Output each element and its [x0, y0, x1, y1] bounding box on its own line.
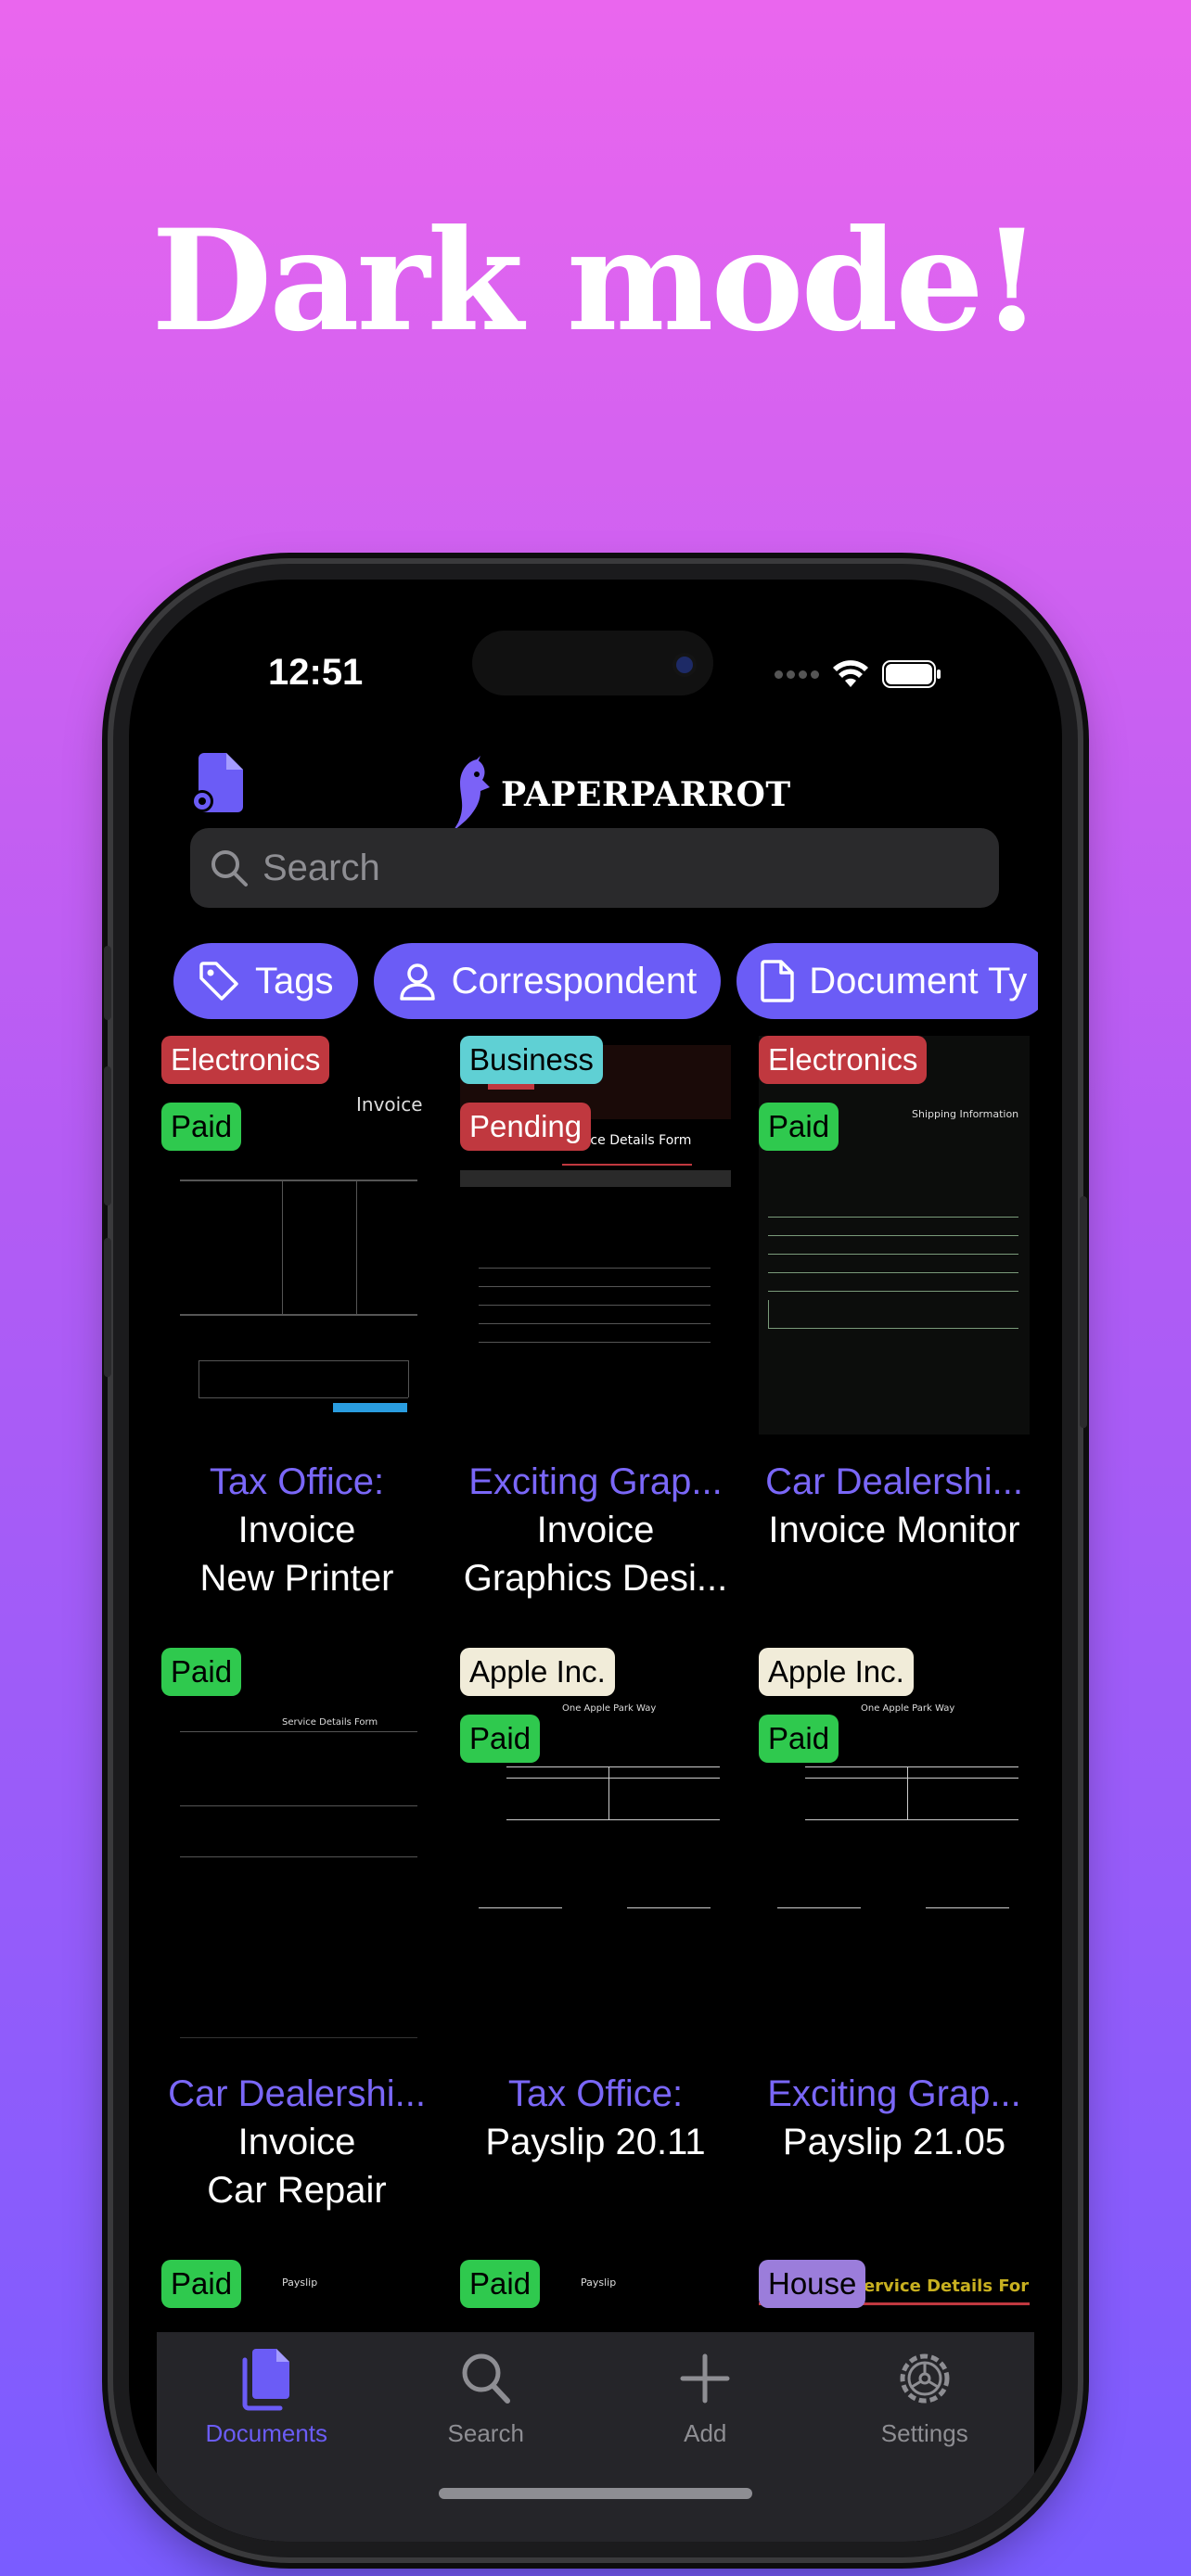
- document-icon: [761, 960, 795, 1002]
- document-correspondent: Car Dealershi...: [168, 2073, 426, 2114]
- thumbnail-title: Payslip: [581, 2276, 617, 2289]
- filter-chip-label: Tags: [255, 960, 334, 1001]
- power-button: [1080, 1196, 1087, 1428]
- tag-badge: Electronics: [161, 1036, 330, 1084]
- thumbnail-title: Shipping Information: [912, 1108, 1019, 1120]
- filter-chip-label: Correspondent: [451, 960, 698, 1001]
- status-badge: Paid: [161, 1103, 242, 1151]
- document-correspondent: Exciting Grap...: [767, 2073, 1021, 2114]
- wifi-icon: [833, 660, 868, 687]
- tab-label: Add: [684, 2419, 727, 2447]
- document-title: Graphics Desi...: [463, 1558, 728, 1599]
- screen: 12:51 PAPERPARROT Search Tags Correspond…: [129, 580, 1062, 2542]
- document-type: Invoice: [237, 1510, 356, 1550]
- document-type: Payslip 21.05: [782, 2122, 1006, 2162]
- search-placeholder: Search: [263, 847, 380, 888]
- document-thumbnail: Invoice: [161, 1036, 432, 1435]
- plus-icon: [680, 2353, 730, 2404]
- status-badge: Paid: [759, 1103, 839, 1151]
- document-correspondent: Tax Office:: [209, 1461, 385, 1502]
- search-icon: [462, 2353, 510, 2404]
- gear-icon: [900, 2353, 950, 2404]
- document-thumbnail: Service Details Form: [460, 1036, 731, 1435]
- person-icon: [399, 963, 435, 1001]
- thumbnail-title: Service Details Form: [852, 2276, 1030, 2296]
- document-correspondent: Tax Office:: [507, 2073, 684, 2114]
- document-settings-icon[interactable]: [189, 751, 245, 816]
- document-title: Car Repair: [207, 2170, 387, 2211]
- tag-icon: [199, 962, 238, 1001]
- action-button: [104, 946, 111, 1020]
- home-indicator[interactable]: [439, 2488, 752, 2499]
- status-bar: 12:51: [129, 652, 1062, 708]
- app-logo: PAPERPARROT: [449, 756, 791, 834]
- tab-search[interactable]: Search: [393, 2332, 579, 2542]
- document-type: Payslip 20.11: [485, 2122, 706, 2162]
- search-field[interactable]: Search: [190, 828, 999, 908]
- tab-label: Search: [447, 2419, 524, 2447]
- tab-documents[interactable]: Documents: [173, 2332, 359, 2542]
- filter-chip-document-type[interactable]: Document Ty: [736, 943, 1038, 1019]
- filter-chip-tags[interactable]: Tags: [173, 943, 358, 1019]
- parrot-icon: [453, 756, 490, 832]
- cellular-signal-icon: [775, 670, 819, 679]
- thumbnail-title: Payslip: [282, 2276, 318, 2289]
- headline: Dark mode!: [151, 199, 1042, 363]
- status-badge: Paid: [759, 1715, 839, 1763]
- filter-chip-label: Document Ty: [809, 960, 1028, 1001]
- document-type: Invoice Monitor: [768, 1510, 1020, 1550]
- tag-badge: Electronics: [759, 1036, 928, 1084]
- thumbnail-title: One Apple Park Way: [562, 1703, 657, 1714]
- document-thumbnail: Shipping Information: [759, 1036, 1030, 1435]
- document-thumbnail: One Apple Park Way: [460, 1648, 731, 2047]
- tag-badge: House: [759, 2260, 866, 2308]
- tag-badge: Business: [460, 1036, 603, 1084]
- status-badge: Paid: [161, 2260, 242, 2308]
- battery-icon: [882, 660, 941, 688]
- volume-down-button: [104, 1238, 111, 1377]
- document-type: Invoice: [536, 1510, 655, 1550]
- tab-add[interactable]: Add: [612, 2332, 798, 2542]
- document-correspondent: Car Dealershi...: [765, 1461, 1023, 1502]
- thumbnail-title: Invoice: [356, 1093, 423, 1116]
- tab-label: Settings: [880, 2419, 968, 2447]
- search-icon: [211, 850, 248, 886]
- tab-bar: Documents Search Add Settings: [157, 2332, 1034, 2542]
- document-title: New Printer: [199, 1558, 394, 1599]
- tag-badge: Apple Inc.: [460, 1648, 615, 1696]
- status-badge: Paid: [161, 1648, 242, 1696]
- status-badge: Paid: [460, 2260, 541, 2308]
- document-type: Invoice: [237, 2122, 356, 2162]
- document-thumbnail: Service Details Form: [161, 1648, 432, 2047]
- documents-icon: [242, 2349, 290, 2411]
- document-thumbnail: One Apple Park Way: [759, 1648, 1030, 2047]
- tab-label: Documents: [205, 2419, 328, 2447]
- status-badge: Pending: [460, 1103, 592, 1151]
- tab-settings[interactable]: Settings: [832, 2332, 1018, 2542]
- thumbnail-title: Service Details Form: [282, 1717, 378, 1728]
- thumbnail-title: One Apple Park Way: [861, 1703, 955, 1714]
- status-badge: Paid: [460, 1715, 541, 1763]
- tag-badge: Apple Inc.: [759, 1648, 914, 1696]
- filter-bar: Tags Correspondent Document Ty: [173, 943, 1038, 1019]
- filter-chip-correspondent[interactable]: Correspondent: [373, 943, 722, 1019]
- document-correspondent: Exciting Grap...: [468, 1461, 723, 1502]
- logo-text: PAPERPARROT: [501, 775, 791, 814]
- status-time: 12:51: [268, 652, 364, 693]
- volume-up-button: [104, 1066, 111, 1205]
